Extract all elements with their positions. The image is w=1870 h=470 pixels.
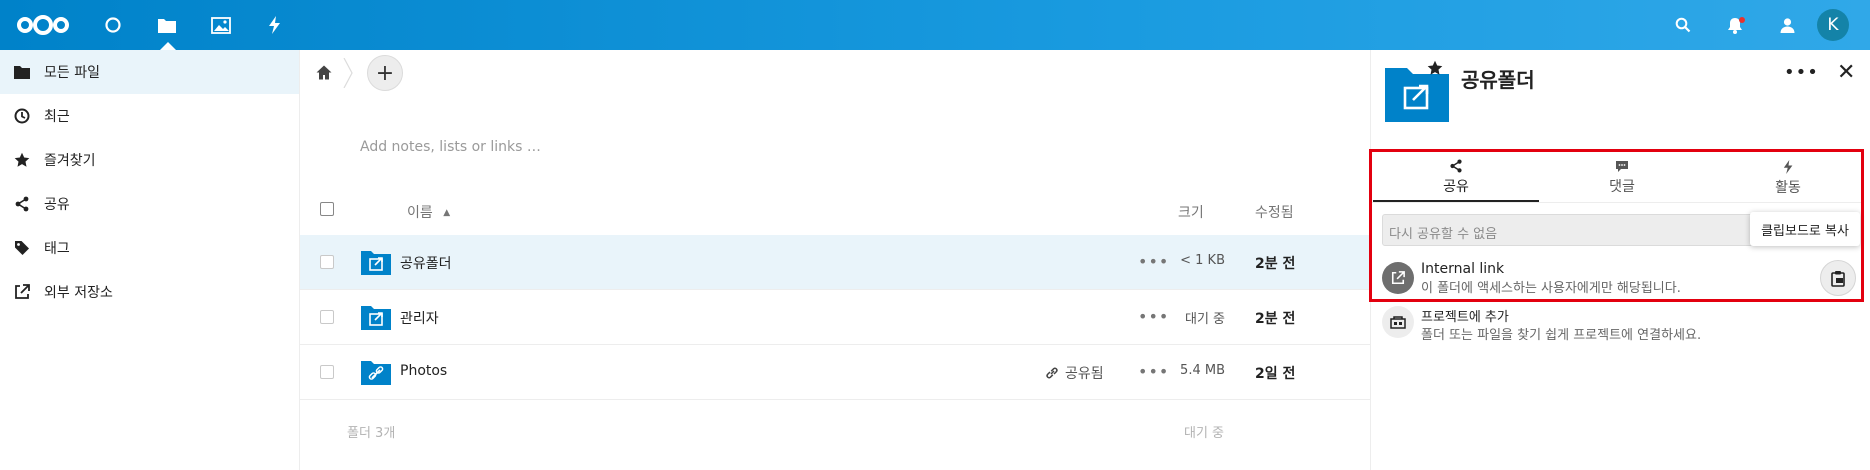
row-checkbox[interactable] [320,310,334,324]
more-actions-icon[interactable]: ••• [1138,307,1169,326]
nav-item-label: 즐겨찾기 [44,153,96,169]
column-name-header[interactable]: 이름 ▲ [407,202,450,222]
row-checkbox[interactable] [320,365,334,379]
link-folder-icon [361,361,391,385]
nav-item-external-storage[interactable]: 외부 저장소 [0,270,299,314]
column-name-label: 이름 [407,205,433,221]
notifications-icon[interactable] [1720,0,1750,50]
favorite-star-icon[interactable] [1427,60,1443,76]
share-icon [0,196,44,212]
nav-item-label: 최근 [44,109,70,125]
tag-icon [0,240,44,256]
shared-status-button[interactable]: 공유됨 [1045,363,1104,383]
home-icon[interactable] [312,60,336,84]
column-modified-header[interactable]: 수정됨 [1255,202,1294,222]
file-name[interactable]: 공유폴더 [400,253,452,273]
nav-item-label: 모든 파일 [44,65,100,81]
file-modified: 2분 전 [1255,256,1296,272]
row-checkbox[interactable] [320,255,334,269]
notes-input[interactable]: Add notes, lists or links … [360,139,541,155]
active-app-indicator [160,42,176,50]
star-icon [0,152,44,168]
shared-folder-icon [361,251,391,275]
nav-item-label: 공유 [44,197,70,213]
file-size: 대기 중 [1184,312,1225,327]
file-name[interactable]: Photos [400,363,447,379]
more-actions-icon[interactable]: ••• [1138,362,1169,381]
nav-item-favorites[interactable]: 즐겨찾기 [0,138,299,182]
select-all-checkbox[interactable] [320,202,334,216]
file-modified: 2분 전 [1255,311,1296,327]
clock-icon [0,108,44,124]
nextcloud-logo-icon[interactable] [10,0,76,50]
add-to-project-description: 폴더 또는 파일을 찾기 쉽게 프로젝트에 연결하세요. [1421,328,1702,343]
file-name[interactable]: 관리자 [400,308,439,328]
nav-item-tags[interactable]: 태그 [0,226,299,270]
notification-badge [1739,17,1745,23]
sidebar-title: 공유폴더 [1461,68,1535,92]
file-size: < 1 KB [1180,253,1225,268]
file-size: 5.4 MB [1180,363,1225,378]
add-to-project-title[interactable]: 프로젝트에 추가 [1421,306,1509,325]
breadcrumb-separator [343,58,353,88]
search-icon[interactable] [1668,0,1698,50]
nav-item-label: 태그 [44,241,70,257]
activity-icon[interactable] [260,0,290,50]
app-navigation: 모든 파일 최근 즐겨찾기 공유 태그 외부 저장소 [0,50,300,470]
photos-icon[interactable] [206,0,236,50]
contacts-icon[interactable] [1772,0,1802,50]
folder-count-summary: 폴더 3개 [347,426,396,441]
external-icon [0,284,44,300]
nav-item-recent[interactable]: 최근 [0,94,299,138]
top-bar: K [0,0,1870,50]
file-row[interactable]: Photos 공유됨 ••• 5.4 MB 2일 전 [300,345,1370,400]
user-avatar[interactable]: K [1817,9,1849,41]
projects-icon [1382,306,1414,338]
shared-label: 공유됨 [1065,366,1104,382]
nav-item-all-files[interactable]: 모든 파일 [0,50,299,94]
total-size-summary: 대기 중 [1184,426,1225,441]
close-icon[interactable]: ✕ [1837,60,1855,85]
more-actions-icon[interactable]: ••• [1138,252,1169,271]
nav-item-label: 외부 저장소 [44,285,113,301]
new-file-button[interactable]: + [367,55,403,91]
file-modified: 2일 전 [1255,366,1296,382]
column-size-header[interactable]: 크기 [1178,202,1204,222]
file-list-area: + Add notes, lists or links … 이름 ▲ 크기 수정… [300,50,1370,470]
nav-item-shares[interactable]: 공유 [0,182,299,226]
folder-icon [0,65,44,79]
file-row[interactable]: 관리자 ••• 대기 중 2분 전 [300,290,1370,345]
sort-ascending-icon: ▲ [443,208,451,218]
link-icon [1046,367,1058,379]
highlight-box [1369,149,1864,302]
file-row[interactable]: 공유폴더 ••• < 1 KB 2분 전 [300,235,1370,290]
dashboard-icon[interactable] [98,0,128,50]
sidebar-more-icon[interactable]: ••• [1784,62,1819,83]
shared-folder-icon [361,306,391,330]
